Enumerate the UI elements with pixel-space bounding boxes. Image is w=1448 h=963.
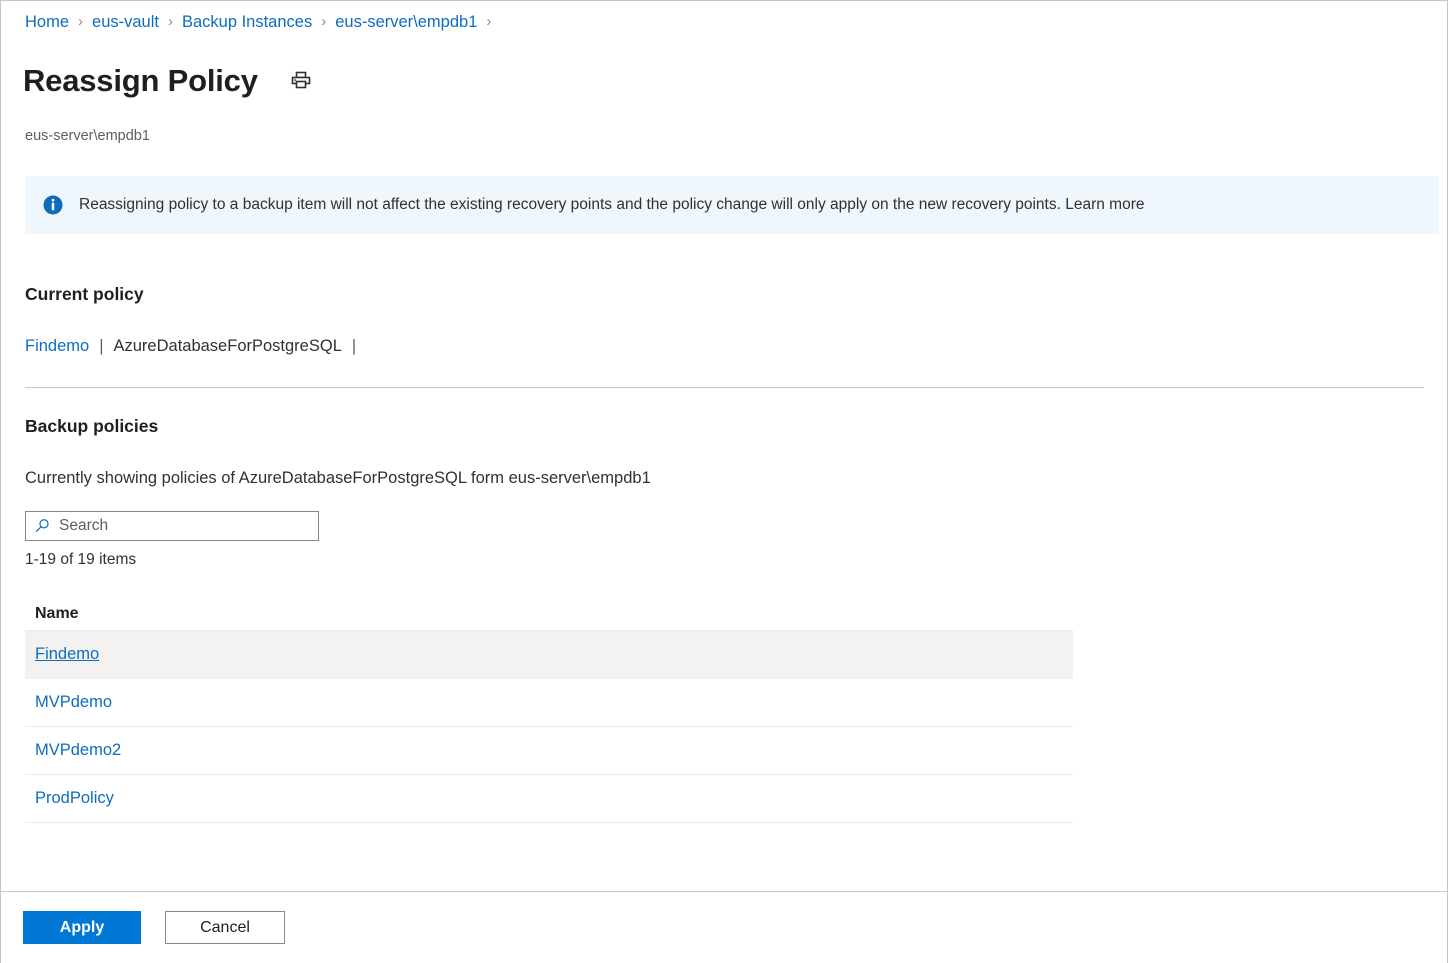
policy-name-link[interactable]: MVPdemo (25, 692, 112, 713)
policy-separator-end: | (351, 336, 357, 355)
page-content: Home › eus-vault › Backup Instances › eu… (1, 1, 1447, 891)
table-header-row: Name (25, 599, 1073, 631)
info-banner: Reassigning policy to a backup item will… (25, 175, 1439, 234)
table-row[interactable]: MVPdemo2 (25, 727, 1073, 775)
cancel-button[interactable]: Cancel (165, 911, 285, 944)
policy-name-link[interactable]: MVPdemo2 (25, 740, 121, 761)
chevron-right-icon: › (167, 13, 173, 30)
policy-name-link[interactable]: ProdPolicy (25, 788, 114, 809)
search-input[interactable] (59, 516, 310, 535)
policy-name-link[interactable]: Findemo (25, 644, 99, 665)
page-title: Reassign Policy (23, 62, 258, 98)
item-count-label: 1-19 of 19 items (25, 550, 137, 568)
current-policy-heading: Current policy (25, 283, 144, 304)
info-banner-text: Reassigning policy to a backup item will… (79, 196, 1145, 214)
breadcrumb-item-home[interactable]: Home (25, 12, 69, 32)
section-divider (25, 386, 1424, 388)
current-policy-link[interactable]: Findemo (25, 336, 89, 357)
reassign-policy-page: Home › eus-vault › Backup Instances › eu… (0, 0, 1448, 963)
table-row[interactable]: ProdPolicy (25, 775, 1073, 823)
info-icon (43, 195, 63, 215)
breadcrumb-item-eus-vault[interactable]: eus-vault (92, 12, 159, 32)
backup-policies-heading: Backup policies (25, 415, 159, 436)
breadcrumb-item-eus-server-empdb1[interactable]: eus-server\empdb1 (335, 12, 477, 32)
column-header-name: Name (35, 605, 79, 623)
table-row[interactable]: MVPdemo (25, 679, 1073, 727)
page-subtitle: eus-server\empdb1 (25, 127, 150, 144)
backup-policies-table: Name Findemo MVPdemo MVPdemo2 ProdPolicy (25, 599, 1073, 823)
search-icon (35, 519, 49, 532)
showing-policies-text: Currently showing policies of AzureDatab… (25, 468, 651, 487)
action-footer: Apply Cancel (1, 891, 1447, 963)
printer-icon-svg (291, 71, 311, 89)
chevron-right-icon: › (486, 13, 492, 30)
title-row: Reassign Policy (1, 32, 1447, 121)
search-box[interactable] (25, 510, 319, 541)
chevron-right-icon: › (321, 13, 327, 30)
printer-icon[interactable] (288, 68, 314, 94)
table-row[interactable]: Findemo (25, 630, 1073, 679)
breadcrumb: Home › eus-vault › Backup Instances › eu… (1, 1, 1447, 32)
current-policy-datasource-type: AzureDatabaseForPostgreSQL (113, 336, 342, 355)
policy-separator: | (99, 336, 104, 355)
chevron-right-icon: › (78, 13, 84, 30)
breadcrumb-item-backup-instances[interactable]: Backup Instances (182, 12, 312, 32)
apply-button[interactable]: Apply (23, 911, 141, 944)
current-policy-value: Findemo | AzureDatabaseForPostgreSQL | (1, 336, 1447, 357)
